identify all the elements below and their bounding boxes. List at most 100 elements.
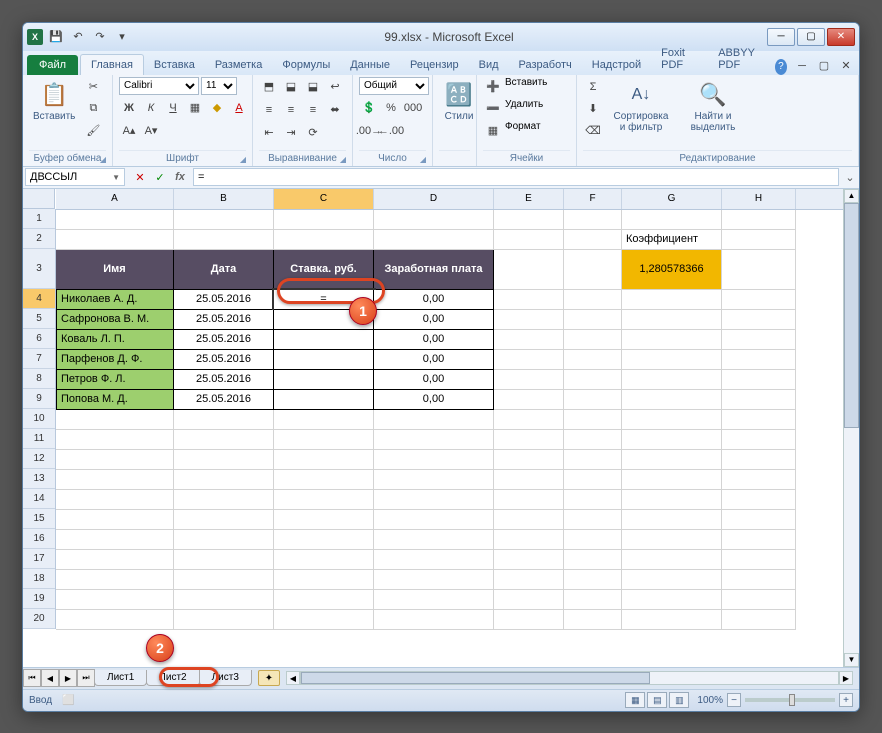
cell-H13[interactable] [722, 470, 796, 490]
doc-close-button[interactable]: ✕ [837, 57, 855, 75]
cell-A10[interactable] [56, 410, 174, 430]
insert-cells-icon[interactable]: ➕ [483, 77, 503, 97]
cell-B10[interactable] [174, 410, 274, 430]
inc-decimal-icon[interactable]: .00→ [359, 121, 379, 141]
cell-G10[interactable] [622, 410, 722, 430]
cell-G4[interactable] [622, 290, 722, 310]
next-sheet-icon[interactable]: ▶ [59, 669, 77, 687]
cell-C8[interactable] [274, 370, 374, 390]
cell-A8[interactable]: Петров Ф. Л. [56, 370, 174, 390]
fill-color-button[interactable]: ◆ [207, 98, 227, 118]
col-header-A[interactable]: A [56, 189, 174, 209]
cell-E13[interactable] [494, 470, 564, 490]
cell-B7[interactable]: 25.05.2016 [174, 350, 274, 370]
cell-A17[interactable] [56, 550, 174, 570]
border-button[interactable]: ▦ [185, 98, 205, 118]
cell-C17[interactable] [274, 550, 374, 570]
cell-B20[interactable] [174, 610, 274, 630]
cell-H11[interactable] [722, 430, 796, 450]
row-header-15[interactable]: 15 [23, 509, 55, 529]
cell-G13[interactable] [622, 470, 722, 490]
tab-insert[interactable]: Вставка [144, 55, 205, 75]
doc-restore-button[interactable]: ▢ [815, 57, 833, 75]
cell-C7[interactable] [274, 350, 374, 370]
cell-G6[interactable] [622, 330, 722, 350]
cell-C14[interactable] [274, 490, 374, 510]
underline-button[interactable]: Ч [163, 98, 183, 118]
cell-E16[interactable] [494, 530, 564, 550]
format-cells-button[interactable]: Формат [505, 121, 541, 141]
cell-B2[interactable] [174, 230, 274, 250]
row-header-20[interactable]: 20 [23, 609, 55, 629]
cell-G11[interactable] [622, 430, 722, 450]
cell-E9[interactable] [494, 390, 564, 410]
cell-G2[interactable]: Коэффициент [622, 230, 722, 250]
new-sheet-icon[interactable]: ✦ [258, 670, 280, 686]
cell-F18[interactable] [564, 570, 622, 590]
copy-icon[interactable]: ⧉ [83, 99, 103, 119]
cell-D8[interactable]: 0,00 [374, 370, 494, 390]
cell-D5[interactable]: 0,00 [374, 310, 494, 330]
autosum-icon[interactable]: Σ [583, 77, 603, 97]
cell-D9[interactable]: 0,00 [374, 390, 494, 410]
indent-inc-icon[interactable]: ⇥ [281, 123, 301, 143]
row-header-1[interactable]: 1 [23, 209, 55, 229]
cell-A13[interactable] [56, 470, 174, 490]
font-color-button[interactable]: A [229, 98, 249, 118]
cell-G5[interactable] [622, 310, 722, 330]
align-left-icon[interactable]: ≡ [259, 100, 279, 120]
cell-F3[interactable] [564, 250, 622, 290]
expand-formula-icon[interactable]: ⌄ [841, 168, 859, 186]
cell-H2[interactable] [722, 230, 796, 250]
tab-addins[interactable]: Надстрой [582, 55, 651, 75]
file-tab[interactable]: Файл [27, 55, 78, 75]
help-icon[interactable]: ? [775, 59, 787, 75]
tab-abbyy[interactable]: ABBYY PDF [708, 43, 775, 75]
cell-G3[interactable]: 1,280578366 [622, 250, 722, 290]
cell-D18[interactable] [374, 570, 494, 590]
cell-D17[interactable] [374, 550, 494, 570]
vertical-scrollbar[interactable]: ▲ ▼ [843, 189, 859, 667]
cell-E3[interactable] [494, 250, 564, 290]
col-header-G[interactable]: G [622, 189, 722, 209]
cell-D15[interactable] [374, 510, 494, 530]
cell-F8[interactable] [564, 370, 622, 390]
row-header-18[interactable]: 18 [23, 569, 55, 589]
tab-review[interactable]: Рецензир [400, 55, 469, 75]
view-layout-icon[interactable]: ▤ [647, 692, 667, 708]
cell-E4[interactable] [494, 290, 564, 310]
col-header-C[interactable]: C [274, 189, 374, 209]
cell-H5[interactable] [722, 310, 796, 330]
cell-C18[interactable] [274, 570, 374, 590]
zoom-slider[interactable] [745, 698, 835, 702]
align-top-icon[interactable]: ⬒ [259, 77, 279, 97]
cell-A2[interactable] [56, 230, 174, 250]
qat-redo-icon[interactable]: ↷ [91, 28, 109, 46]
align-bottom-icon[interactable]: ⬓ [303, 77, 323, 97]
align-right-icon[interactable]: ≡ [303, 100, 323, 120]
cell-F5[interactable] [564, 310, 622, 330]
zoom-in-icon[interactable]: + [839, 693, 853, 707]
col-header-B[interactable]: B [174, 189, 274, 209]
find-select-button[interactable]: 🔍 Найти и выделить [679, 77, 747, 135]
qat-undo-icon[interactable]: ↶ [69, 28, 87, 46]
cell-B14[interactable] [174, 490, 274, 510]
row-header-12[interactable]: 12 [23, 449, 55, 469]
cell-B6[interactable]: 25.05.2016 [174, 330, 274, 350]
cell-D6[interactable]: 0,00 [374, 330, 494, 350]
paste-button[interactable]: 📋 Вставить [29, 77, 79, 124]
tab-view[interactable]: Вид [469, 55, 509, 75]
align-middle-icon[interactable]: ⬓ [281, 77, 301, 97]
cell-A12[interactable] [56, 450, 174, 470]
cell-H10[interactable] [722, 410, 796, 430]
cell-F2[interactable] [564, 230, 622, 250]
cell-E20[interactable] [494, 610, 564, 630]
row-header-4[interactable]: 4 [23, 289, 55, 309]
cell-F14[interactable] [564, 490, 622, 510]
insert-cells-button[interactable]: Вставить [505, 77, 547, 97]
zoom-out-icon[interactable]: − [727, 693, 741, 707]
zoom-level[interactable]: 100% [697, 695, 723, 706]
launcher-icon[interactable]: ◢ [420, 155, 426, 164]
cell-F11[interactable] [564, 430, 622, 450]
tab-formulas[interactable]: Формулы [272, 55, 340, 75]
